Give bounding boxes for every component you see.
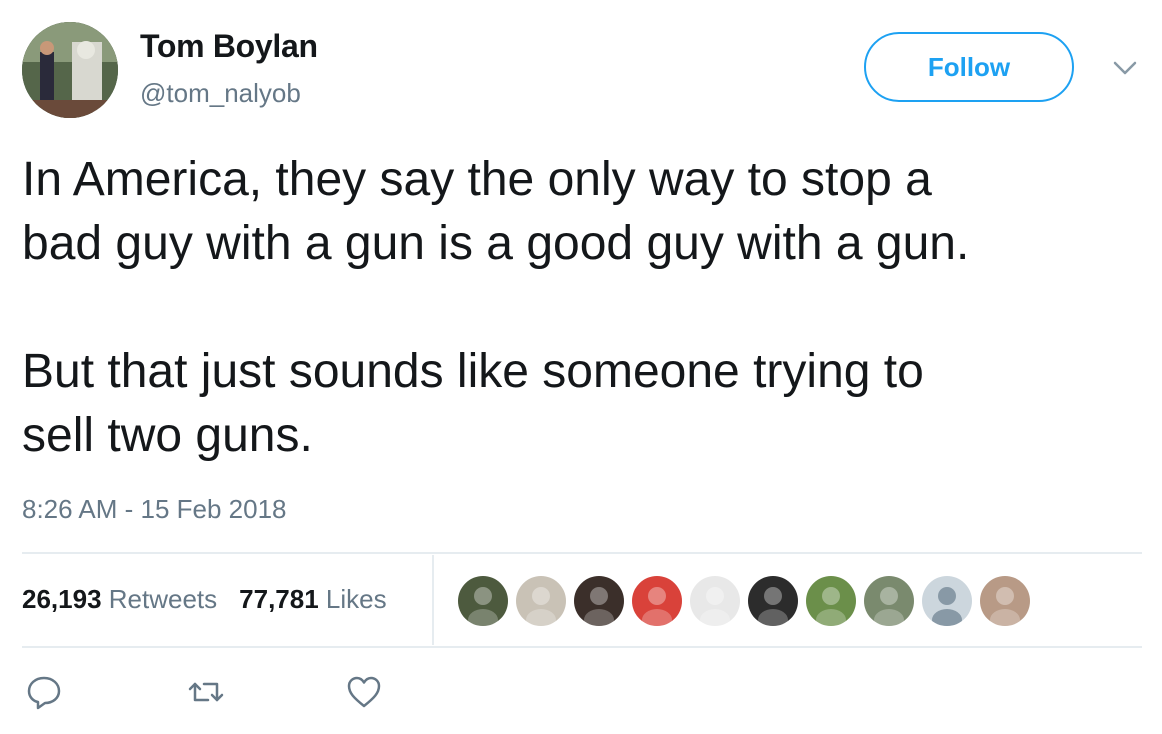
retweet-icon[interactable] (186, 672, 226, 712)
heart-icon[interactable] (344, 672, 384, 712)
tweet-stats: 26,193 Retweets 77,781 Likes (22, 584, 387, 615)
likes-label: Likes (325, 584, 387, 614)
liker-avatar[interactable] (980, 576, 1030, 626)
retweets-count: 26,193 (22, 584, 102, 614)
retweets-stat[interactable]: 26,193 Retweets (22, 584, 217, 615)
stats-divider (432, 555, 434, 645)
author-handle[interactable]: @tom_nalyob (140, 78, 301, 109)
divider-top (22, 552, 1142, 554)
liker-avatar[interactable] (806, 576, 856, 626)
likes-count: 77,781 (239, 584, 319, 614)
liker-avatars (458, 576, 1030, 626)
liker-avatar[interactable] (458, 576, 508, 626)
reply-icon[interactable] (24, 672, 64, 712)
follow-button[interactable]: Follow (864, 32, 1074, 102)
chevron-down-icon[interactable] (1110, 58, 1140, 78)
retweets-label: Retweets (108, 584, 218, 614)
liker-avatar[interactable] (632, 576, 682, 626)
tweet-text: In America, they say the only way to sto… (22, 153, 970, 462)
tweet-timestamp[interactable]: 8:26 AM - 15 Feb 2018 (22, 494, 287, 525)
likes-stat[interactable]: 77,781 Likes (239, 584, 386, 615)
liker-avatar[interactable] (748, 576, 798, 626)
liker-avatar[interactable] (690, 576, 740, 626)
divider-bottom (22, 646, 1142, 648)
liker-avatar[interactable] (574, 576, 624, 626)
author-name[interactable]: Tom Boylan (140, 28, 318, 65)
liker-avatar[interactable] (922, 576, 972, 626)
avatar[interactable] (22, 22, 118, 118)
liker-avatar[interactable] (864, 576, 914, 626)
liker-avatar[interactable] (516, 576, 566, 626)
